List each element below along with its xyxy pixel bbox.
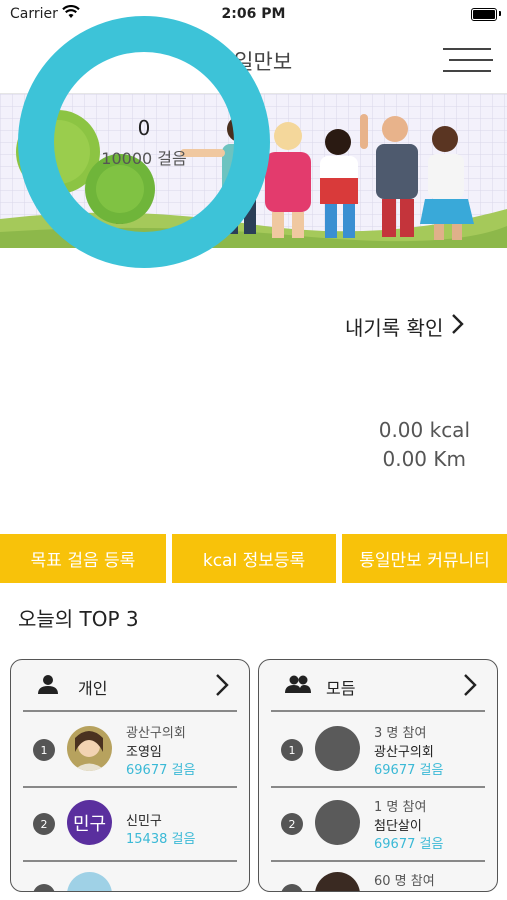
list-item[interactable]: 2 1 명 참여 첨단살이 69677 걸음: [271, 786, 485, 862]
personal-card-title: 개인: [78, 679, 108, 698]
group-steps: 69677 걸음: [374, 837, 444, 852]
rank-badge: 2: [281, 813, 303, 835]
distance-value: 0.00 Km: [382, 447, 467, 471]
rank-badge: 3: [281, 884, 303, 891]
list-item[interactable]: 1 광산구의회 조영임 69677 걸음: [23, 712, 237, 788]
avatar: [67, 726, 112, 771]
section-title: 오늘의 TOP 3: [18, 607, 139, 631]
group-participants: 3 명 참여: [374, 726, 427, 741]
group-participants: 1 명 참여: [374, 800, 427, 815]
group-ranking-card: 모듬 1 3 명 참여 광산구의회 69677 걸음 2 1 명 참여 첨단살이…: [258, 659, 498, 892]
member-steps: 15438 걸음: [126, 832, 196, 847]
rank-badge: 2: [33, 813, 55, 835]
step-goal: 10000 걸음: [101, 149, 187, 168]
rank-badge: 1: [281, 739, 303, 761]
chevron-right-icon[interactable]: [463, 673, 477, 701]
list-item[interactable]: 3 60 명 참여: [271, 860, 485, 891]
group-card-title: 모듬: [326, 679, 356, 698]
member-steps: 69677 걸음: [126, 763, 196, 778]
register-goal-button[interactable]: 목표 걸음 등록: [0, 534, 166, 583]
member-name: 신민구: [126, 814, 162, 829]
kcal-value: 0.00 kcal: [378, 418, 470, 442]
group-participants: 60 명 참여: [374, 874, 435, 889]
member-name: 조영임: [126, 745, 162, 760]
rank-badge: 1: [33, 739, 55, 761]
chevron-right-icon[interactable]: [215, 673, 229, 701]
rank-badge: [33, 884, 55, 891]
list-item[interactable]: [23, 860, 237, 891]
action-buttons: 목표 걸음 등록 kcal 정보등록 통일만보 커뮤니티: [0, 534, 507, 583]
list-item[interactable]: 2 민구 신민구 15438 걸음: [23, 786, 237, 862]
member-affiliation: 광산구의회: [126, 726, 186, 741]
list-item[interactable]: 1 3 명 참여 광산구의회 69677 걸음: [271, 712, 485, 788]
personal-card-header: 개인: [23, 660, 237, 712]
step-count: 0: [137, 116, 151, 140]
avatar: 민구: [67, 800, 112, 845]
avatar: [67, 872, 112, 891]
avatar: [315, 872, 360, 891]
chevron-right-icon: [451, 313, 465, 340]
my-record-link[interactable]: 내기록 확인: [345, 312, 465, 341]
person-icon: [37, 674, 59, 698]
group-steps: 69677 걸음: [374, 763, 444, 778]
group-name: 첨단살이: [374, 819, 422, 834]
personal-ranking-card: 개인 1 광산구의회 조영임 69677 걸음 2 민구 신민구 15438 걸…: [10, 659, 250, 892]
battery-icon: [471, 8, 497, 21]
hamburger-menu-icon[interactable]: [443, 46, 493, 76]
community-button[interactable]: 통일만보 커뮤니티: [342, 534, 507, 583]
register-kcal-button[interactable]: kcal 정보등록: [172, 534, 336, 583]
group-name: 광산구의회: [374, 745, 434, 760]
avatar: [315, 800, 360, 845]
step-progress-ring: 0 10000 걸음: [18, 16, 270, 268]
my-record-label: 내기록 확인: [345, 316, 444, 340]
group-card-header: 모듬: [271, 660, 485, 712]
avatar: [315, 726, 360, 771]
group-icon: [285, 674, 311, 698]
